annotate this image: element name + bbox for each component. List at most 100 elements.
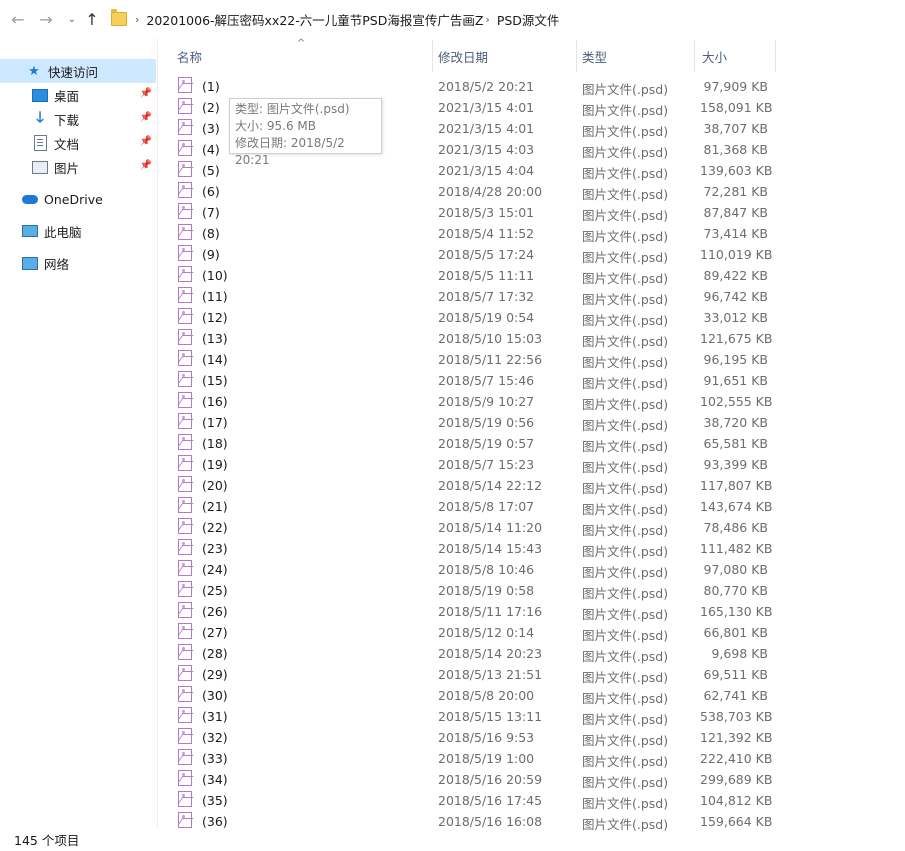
pin-icon[interactable]: 📌 bbox=[140, 88, 152, 99]
sidebar-item-network[interactable]: 网络 bbox=[0, 251, 156, 275]
file-type: 图片文件(.psd) bbox=[582, 607, 669, 622]
file-modified-date: 2018/5/7 17:32 bbox=[438, 289, 535, 304]
file-row[interactable]: (17) 2018/5/19 0:56 图片文件(.psd) 38,720 KB bbox=[160, 412, 780, 433]
file-row[interactable]: (1) 2018/5/2 20:21 图片文件(.psd) 97,909 KB bbox=[160, 76, 780, 97]
psd-file-icon bbox=[178, 623, 192, 639]
psd-file-icon bbox=[178, 602, 192, 618]
file-row[interactable]: (32) 2018/5/16 9:53 图片文件(.psd) 121,392 KB bbox=[160, 727, 780, 748]
file-size: 65,581 KB bbox=[703, 436, 768, 451]
file-modified-date: 2018/5/8 17:07 bbox=[438, 499, 535, 514]
file-type: 图片文件(.psd) bbox=[582, 439, 669, 454]
psd-file-icon bbox=[178, 749, 192, 765]
file-row[interactable]: (23) 2018/5/14 15:43 图片文件(.psd) 111,482 KB bbox=[160, 538, 780, 559]
file-row[interactable]: (26) 2018/5/11 17:16 图片文件(.psd) 165,130 KB bbox=[160, 601, 780, 622]
file-size: 538,703 KB bbox=[700, 709, 773, 724]
recent-locations-chevron-icon[interactable]: ⌄ bbox=[62, 9, 82, 29]
sidebar-item-label: 此电脑 bbox=[44, 224, 82, 240]
pane-divider[interactable] bbox=[157, 38, 158, 828]
psd-file-icon bbox=[178, 77, 192, 93]
column-header-name[interactable]: 名称 bbox=[177, 40, 427, 72]
psd-file-icon bbox=[178, 644, 192, 660]
file-row[interactable]: (27) 2018/5/12 0:14 图片文件(.psd) 66,801 KB bbox=[160, 622, 780, 643]
file-size: 69,511 KB bbox=[703, 667, 768, 682]
file-row[interactable]: (9) 2018/5/5 17:24 图片文件(.psd) 110,019 KB bbox=[160, 244, 780, 265]
column-resize-handle[interactable] bbox=[576, 40, 577, 72]
file-row[interactable]: (11) 2018/5/7 17:32 图片文件(.psd) 96,742 KB bbox=[160, 286, 780, 307]
file-row[interactable]: (34) 2018/5/16 20:59 图片文件(.psd) 299,689 KB bbox=[160, 769, 780, 790]
file-name: (35) bbox=[202, 793, 228, 808]
file-type: 图片文件(.psd) bbox=[582, 187, 669, 202]
sidebar-item-documents[interactable]: 文档 📌 bbox=[0, 131, 156, 155]
sidebar-item-quick-access[interactable]: ★ 快速访问 bbox=[0, 59, 156, 83]
file-modified-date: 2018/5/19 0:54 bbox=[438, 310, 535, 325]
file-row[interactable]: (21) 2018/5/8 17:07 图片文件(.psd) 143,674 KB bbox=[160, 496, 780, 517]
file-row[interactable]: (8) 2018/5/4 11:52 图片文件(.psd) 73,414 KB bbox=[160, 223, 780, 244]
forward-arrow-icon[interactable]: → bbox=[36, 9, 56, 29]
sidebar-item-desktop[interactable]: 桌面 📌 bbox=[0, 83, 156, 107]
column-resize-handle[interactable] bbox=[432, 40, 433, 72]
address-bar[interactable]: › 20201006-解压密码xx22-六一儿童节PSD海报宣传广告画Z › P… bbox=[106, 4, 905, 34]
file-row[interactable]: (35) 2018/5/16 17:45 图片文件(.psd) 104,812 KB bbox=[160, 790, 780, 811]
file-modified-date: 2018/5/2 20:21 bbox=[438, 79, 535, 94]
file-row[interactable]: (19) 2018/5/7 15:23 图片文件(.psd) 93,399 KB bbox=[160, 454, 780, 475]
file-row[interactable]: (25) 2018/5/19 0:58 图片文件(.psd) 80,770 KB bbox=[160, 580, 780, 601]
file-name: (4) bbox=[202, 142, 220, 157]
column-header-size[interactable]: 大小 bbox=[702, 40, 772, 72]
file-row[interactable]: (10) 2018/5/5 11:11 图片文件(.psd) 89,422 KB bbox=[160, 265, 780, 286]
file-row[interactable]: (14) 2018/5/11 22:56 图片文件(.psd) 96,195 KB bbox=[160, 349, 780, 370]
download-arrow-icon: 🡓 bbox=[36, 107, 44, 126]
psd-file-icon bbox=[178, 812, 192, 828]
file-row[interactable]: (33) 2018/5/19 1:00 图片文件(.psd) 222,410 KB bbox=[160, 748, 780, 769]
breadcrumb-separator-icon[interactable]: › bbox=[135, 13, 139, 26]
file-type: 图片文件(.psd) bbox=[582, 397, 669, 412]
file-size: 33,012 KB bbox=[703, 310, 768, 325]
breadcrumb-parent-folder[interactable]: 20201006-解压密码xx22-六一儿童节PSD海报宣传广告画Z bbox=[146, 10, 483, 29]
column-header-type[interactable]: 类型 bbox=[582, 40, 694, 72]
file-modified-date: 2018/5/14 20:23 bbox=[438, 646, 543, 661]
file-row[interactable]: (16) 2018/5/9 10:27 图片文件(.psd) 102,555 KB bbox=[160, 391, 780, 412]
file-row[interactable]: (29) 2018/5/13 21:51 图片文件(.psd) 69,511 KB bbox=[160, 664, 780, 685]
file-name: (5) bbox=[202, 163, 220, 178]
file-row[interactable]: (20) 2018/5/14 22:12 图片文件(.psd) 117,807 KB bbox=[160, 475, 780, 496]
file-row[interactable]: (22) 2018/5/14 11:20 图片文件(.psd) 78,486 KB bbox=[160, 517, 780, 538]
file-size: 104,812 KB bbox=[700, 793, 773, 808]
pin-icon[interactable]: 📌 bbox=[140, 160, 152, 171]
file-name: (9) bbox=[202, 247, 220, 262]
file-row[interactable]: (13) 2018/5/10 15:03 图片文件(.psd) 121,675 KB bbox=[160, 328, 780, 349]
file-row[interactable]: (12) 2018/5/19 0:54 图片文件(.psd) 33,012 KB bbox=[160, 307, 780, 328]
breadcrumb-separator-icon[interactable]: › bbox=[485, 13, 489, 26]
file-size: 96,195 KB bbox=[703, 352, 768, 367]
file-row[interactable]: (6) 2018/4/28 20:00 图片文件(.psd) 72,281 KB bbox=[160, 181, 780, 202]
file-row[interactable]: (28) 2018/5/14 20:23 图片文件(.psd) 9,698 KB bbox=[160, 643, 780, 664]
file-type: 图片文件(.psd) bbox=[582, 796, 669, 811]
file-row[interactable]: (15) 2018/5/7 15:46 图片文件(.psd) 91,651 KB bbox=[160, 370, 780, 391]
file-modified-date: 2018/5/7 15:23 bbox=[438, 457, 535, 472]
breadcrumb-current-folder[interactable]: PSD源文件 bbox=[497, 10, 560, 29]
back-arrow-icon[interactable]: ← bbox=[8, 9, 28, 29]
column-resize-handle[interactable] bbox=[694, 40, 695, 72]
file-row[interactable]: (24) 2018/5/8 10:46 图片文件(.psd) 97,080 KB bbox=[160, 559, 780, 580]
sidebar-item-downloads[interactable]: 🡓 下载 📌 bbox=[0, 107, 156, 131]
pin-icon[interactable]: 📌 bbox=[140, 112, 152, 123]
up-arrow-icon[interactable]: ↑ bbox=[82, 9, 102, 29]
file-row[interactable]: (31) 2018/5/15 13:11 图片文件(.psd) 538,703 KB bbox=[160, 706, 780, 727]
sidebar-item-onedrive[interactable]: OneDrive bbox=[0, 187, 156, 211]
psd-file-icon bbox=[178, 686, 192, 702]
file-modified-date: 2018/5/14 15:43 bbox=[438, 541, 543, 556]
cloud-icon bbox=[22, 191, 38, 207]
file-type: 图片文件(.psd) bbox=[582, 691, 669, 706]
sidebar-item-pictures[interactable]: 图片 📌 bbox=[0, 155, 156, 179]
file-name: (36) bbox=[202, 814, 228, 829]
file-type: 图片文件(.psd) bbox=[582, 208, 669, 223]
file-type: 图片文件(.psd) bbox=[582, 544, 669, 559]
file-row[interactable]: (18) 2018/5/19 0:57 图片文件(.psd) 65,581 KB bbox=[160, 433, 780, 454]
file-row[interactable]: (7) 2018/5/3 15:01 图片文件(.psd) 87,847 KB bbox=[160, 202, 780, 223]
file-row[interactable]: (30) 2018/5/8 20:00 图片文件(.psd) 62,741 KB bbox=[160, 685, 780, 706]
pin-icon[interactable]: 📌 bbox=[140, 136, 152, 147]
column-header-date[interactable]: 修改日期 bbox=[438, 40, 576, 72]
file-size: 299,689 KB bbox=[700, 772, 773, 787]
column-resize-handle[interactable] bbox=[775, 40, 776, 72]
file-size: 38,707 KB bbox=[703, 121, 768, 136]
sidebar-item-this-pc[interactable]: 此电脑 bbox=[0, 219, 156, 243]
sidebar-item-label: 桌面 bbox=[54, 88, 80, 104]
